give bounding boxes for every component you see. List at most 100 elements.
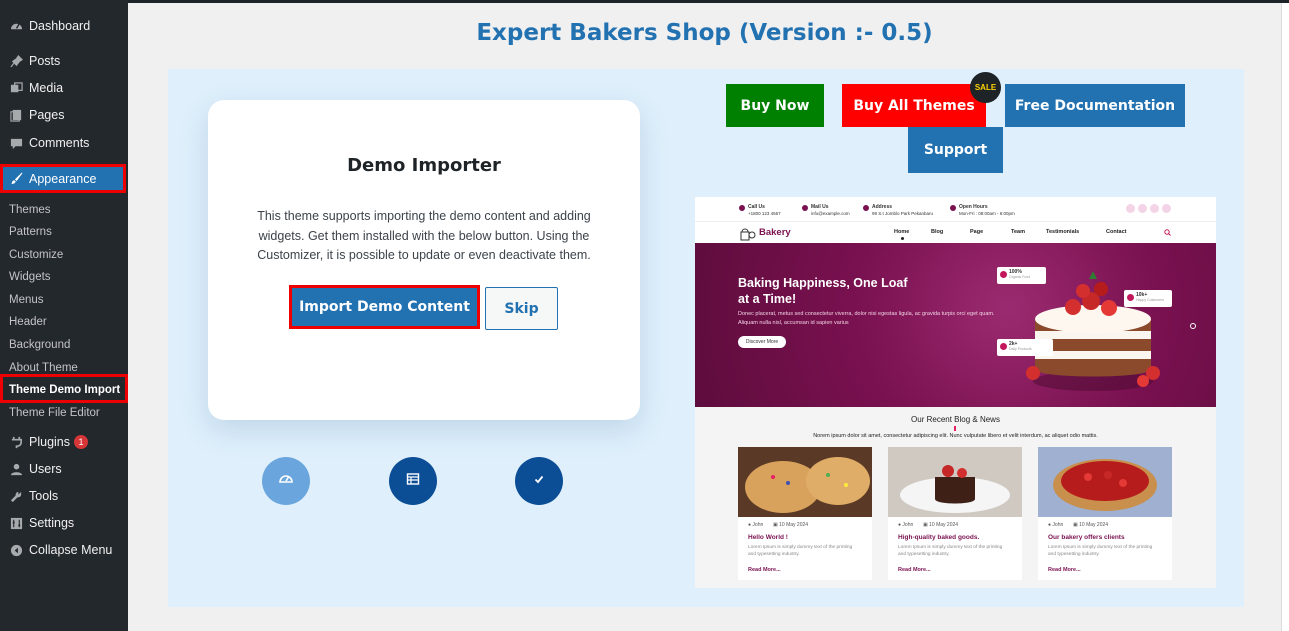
preview-hero-text: Donec placerat, metus sed consectetur vi…: [738, 311, 995, 326]
berry-tart-image: [1038, 447, 1172, 517]
title-accent: [954, 426, 956, 431]
slider-dot: [1190, 323, 1196, 329]
sidebar-item-tools[interactable]: Tools: [0, 483, 128, 509]
info-title: Call Us: [748, 204, 765, 210]
shield-icon: [1000, 271, 1007, 278]
sidebar-item-users[interactable]: Users: [0, 456, 128, 482]
sidebar-item-label: Users: [29, 462, 62, 476]
submenu-menus[interactable]: Menus: [9, 294, 44, 306]
post-excerpt: Lorem Ipsum is simply dummy text of the …: [898, 545, 1003, 557]
preview-stat-products: 2k+ Daily Products: [997, 339, 1053, 356]
sale-badge: SALE: [970, 72, 1001, 103]
sidebar-item-label: Comments: [29, 136, 90, 150]
table-icon: [406, 472, 420, 491]
stat-label: Daily Products: [1009, 347, 1032, 351]
preview-nav-testimonials: Testimonials: [1046, 229, 1080, 235]
main-content: Expert Bakers Shop (Version :- 0.5) Demo…: [128, 3, 1281, 631]
step-widgets[interactable]: [389, 457, 437, 505]
skip-button[interactable]: Skip: [485, 287, 558, 330]
sidebar-item-media[interactable]: Media: [0, 75, 128, 101]
preview-post-card: ● John ▣ 10 May 2024 Hello World ! Lorem…: [738, 447, 872, 580]
sidebar-item-collapse-menu[interactable]: Collapse Menu: [0, 537, 128, 563]
post-author: John: [1052, 522, 1064, 528]
preview-nav-team: Team: [1011, 229, 1025, 235]
import-demo-content-button[interactable]: Import Demo Content: [289, 285, 480, 329]
author-icon: ●: [748, 522, 752, 528]
buy-all-themes-button[interactable]: Buy All Themes: [842, 84, 986, 127]
page-title: Expert Bakers Shop (Version :- 0.5): [476, 20, 933, 46]
users-icon: [1000, 343, 1007, 350]
sidebar-item-settings[interactable]: Settings: [0, 510, 128, 536]
sidebar-item-plugins[interactable]: Plugins 1: [0, 429, 128, 455]
active-nav-dot: [901, 237, 904, 240]
submenu-theme-file-editor[interactable]: Theme File Editor: [9, 407, 100, 419]
sidebar-item-appearance[interactable]: Appearance: [0, 164, 126, 193]
post-date: 10 May 2024: [929, 522, 959, 528]
sidebar-item-comments[interactable]: Comments: [0, 130, 128, 156]
info-text: 99 S.t Jomblo Park Pekanbaru: [872, 210, 934, 216]
dashboard-icon: [279, 472, 293, 491]
support-button[interactable]: Support: [908, 127, 1003, 173]
post-excerpt: Lorem Ipsum is simply dummy text of the …: [748, 545, 853, 557]
preview-hero: Baking Happiness, One Loaf at a Time! Do…: [695, 243, 1216, 407]
preview-nav-contact: Contact: [1106, 229, 1127, 235]
donut-image: [738, 447, 872, 517]
step-finish[interactable]: [515, 457, 563, 505]
admin-sidebar: Dashboard Posts Media Pages Comments App…: [0, 0, 128, 631]
info-text: +1800 123 4567: [748, 210, 781, 216]
wrench-icon: [9, 489, 23, 503]
dashboard-icon: [9, 19, 23, 33]
twitter-icon: [1138, 204, 1147, 213]
post-excerpt: Lorem Ipsum is simply dummy text of the …: [1048, 545, 1153, 557]
submenu-about-theme[interactable]: About Theme: [9, 362, 78, 374]
theme-preview-image: Call Us +1800 123 4567 Mail Us info@exampl…: [695, 197, 1216, 588]
settings-icon: [9, 516, 23, 530]
post-read-more: Read More...: [898, 567, 931, 573]
info-title: Mail Us: [811, 204, 829, 210]
post-author: John: [752, 522, 764, 528]
sidebar-item-pages[interactable]: Pages: [0, 102, 128, 128]
calendar-icon: ▣: [923, 522, 928, 528]
importer-title: Demo Importer: [347, 155, 501, 176]
location-icon: [863, 205, 869, 211]
preview-info-call: Call Us +1800 123 4567: [739, 204, 781, 216]
submenu-patterns[interactable]: Patterns: [9, 226, 52, 238]
page-scrollbar[interactable]: [1281, 3, 1289, 631]
stat-label: Organic Food: [1009, 275, 1031, 279]
importer-description: This theme supports importing the demo c…: [257, 209, 591, 262]
sidebar-item-label: Dashboard: [29, 19, 91, 33]
smile-icon: [1127, 294, 1134, 301]
post-title: High-quality baked goods.: [898, 534, 980, 541]
step-dashboard[interactable]: [262, 457, 310, 505]
free-documentation-button[interactable]: Free Documentation: [1005, 84, 1185, 127]
info-title: Address: [872, 204, 893, 210]
submenu-background[interactable]: Background: [9, 339, 70, 351]
preview-nav-page: Page: [970, 229, 984, 235]
sidebar-item-dashboard[interactable]: Dashboard: [0, 13, 128, 39]
sidebar-item-label: Pages: [29, 108, 65, 122]
author-icon: ●: [898, 522, 902, 528]
info-text: info@example.com: [811, 210, 850, 216]
demo-importer-card: Demo Importer This theme supports import…: [208, 100, 640, 420]
sidebar-item-label: Media: [29, 81, 64, 95]
submenu-widgets[interactable]: Widgets: [9, 271, 51, 283]
preview-post-card: ● John ▣ 10 May 2024 Our bakery offers c…: [1038, 447, 1172, 580]
paintbrush-icon: [9, 172, 23, 186]
collapse-icon: [9, 543, 23, 557]
preview-hero-title: Baking Happiness, One Loaf at a Time!: [738, 276, 908, 306]
buy-now-button[interactable]: Buy Now: [726, 84, 824, 127]
demo-import-panel: Demo Importer This theme supports import…: [168, 69, 1244, 607]
submenu-header[interactable]: Header: [9, 316, 47, 328]
post-title: Hello World !: [748, 534, 788, 541]
submenu-customize[interactable]: Customize: [9, 249, 63, 261]
author-icon: ●: [1048, 522, 1052, 528]
sidebar-item-posts[interactable]: Posts: [0, 48, 128, 74]
post-meta: ● John ▣ 10 May 2024: [898, 522, 958, 528]
preview-info-address: Address 99 S.t Jomblo Park Pekanbaru: [863, 204, 933, 216]
submenu-theme-demo-import[interactable]: Theme Demo Import: [9, 384, 120, 396]
preview-logo: Bakery: [759, 227, 791, 238]
pages-icon: [9, 108, 23, 122]
sidebar-item-label: Appearance: [29, 171, 97, 186]
instagram-icon: [1150, 204, 1159, 213]
submenu-themes[interactable]: Themes: [9, 204, 51, 216]
